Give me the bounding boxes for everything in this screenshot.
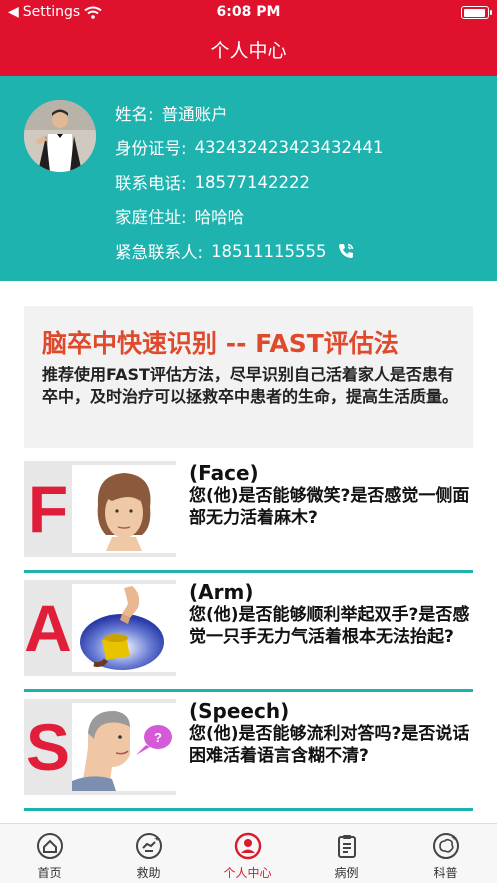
tab-bar: 首页 救助 个人中心 病例 科普	[0, 823, 497, 883]
name-label: 姓名:	[115, 105, 154, 124]
phone-value: 18577142222	[194, 172, 311, 192]
divider	[24, 808, 473, 811]
id-label: 身份证号:	[115, 139, 187, 158]
fast-heading: (Speech)	[189, 699, 290, 723]
fast-description: 您(他)是否能够微笑?是否感觉一侧面部无力活着麻木?	[189, 486, 470, 528]
name-value: 普通账户	[161, 105, 228, 124]
rescue-icon	[135, 833, 162, 859]
tab-rescue-label: 救助	[136, 866, 161, 880]
address-value: 哈哈哈	[194, 208, 245, 227]
divider	[24, 570, 473, 573]
battery-icon	[461, 6, 492, 19]
tab-science-label: 科普	[433, 866, 458, 880]
avatar[interactable]	[24, 100, 96, 172]
tab-home-label: 首页	[37, 866, 62, 880]
divider	[24, 689, 473, 692]
avatar-photo-icon	[24, 100, 96, 172]
fast-text: (Face) 您(他)是否能够微笑?是否感觉一侧面部无力活着麻木?	[189, 461, 473, 529]
fast-item-arm[interactable]: A (Arm) 您(他)是否能够顺利举起双手?是否感觉一只手无力气活着根本无法抬…	[24, 580, 473, 692]
fast-letter: S	[25, 710, 71, 784]
fast-item-face[interactable]: F (Face) 您(他)是否能够微笑?是否感觉一侧面部无力活着麻木?	[24, 461, 473, 573]
tab-cases-label: 病例	[334, 866, 359, 880]
clipboard-icon	[337, 835, 356, 858]
emergency-contact-label: 紧急联系人:	[115, 243, 204, 262]
fast-heading: (Face)	[189, 461, 259, 485]
name-row: 姓名: 普通账户	[115, 101, 228, 125]
tab-cases[interactable]: 病例	[297, 824, 396, 883]
banner-title: 脑卒中快速识别 -- FAST评估法	[42, 329, 399, 358]
phone-row: 联系电话: 18577142222	[115, 170, 310, 194]
id-row: 身份证号: 432432423423432441	[115, 135, 384, 159]
arm-illustration-icon	[72, 584, 176, 672]
banner-body: 推荐使用FAST评估方法，尽早识别自己活着家人是否患有卒中，及时治疗可以拯救卒中…	[42, 365, 459, 406]
speech-illustration-icon: ?	[72, 703, 176, 791]
profile-card: 姓名: 普通账户 身份证号: 432432423423432441 联系电话: …	[0, 76, 497, 281]
svg-text:?: ?	[154, 730, 162, 745]
tab-home[interactable]: 首页	[0, 824, 99, 883]
fast-item-speech[interactable]: S ? (Speech) 您(他)是否能够流利对答吗?是否说话困难活着语言含糊不…	[24, 699, 473, 811]
call-phone-icon[interactable]	[337, 242, 355, 260]
fast-letter: A	[24, 591, 72, 665]
fast-description: 您(他)是否能够顺利举起双手?是否感觉一只手无力气活着根本无法抬起?	[189, 605, 470, 647]
tab-profile-label: 个人中心	[223, 866, 272, 880]
tab-science[interactable]: 科普	[396, 824, 495, 883]
nav-bar: 个人中心	[0, 26, 497, 76]
fast-intro-banner: 脑卒中快速识别 -- FAST评估法 推荐使用FAST评估方法，尽早识别自己活着…	[24, 306, 473, 448]
status-time: 6:08 PM	[216, 4, 281, 20]
profile-icon	[234, 832, 261, 860]
page-title: 个人中心	[210, 40, 287, 62]
status-bar: ◀ Settings 6:08 PM	[0, 0, 497, 26]
fast-heading: (Arm)	[189, 580, 254, 604]
address-label: 家庭住址:	[115, 208, 187, 227]
id-value: 432432423423432441	[194, 137, 384, 157]
fast-text: (Arm) 您(他)是否能够顺利举起双手?是否感觉一只手无力气活着根本无法抬起?	[189, 580, 473, 648]
phone-label: 联系电话:	[115, 174, 187, 193]
address-row: 家庭住址: 哈哈哈	[115, 204, 244, 228]
face-illustration-icon	[72, 465, 176, 553]
emergency-contact-row: 紧急联系人: 18511115555	[115, 239, 355, 263]
fast-letter: F	[27, 472, 69, 546]
tab-rescue[interactable]: 救助	[99, 824, 198, 883]
tab-profile[interactable]: 个人中心	[198, 824, 297, 883]
home-icon	[36, 833, 63, 859]
emergency-contact-value: 18511115555	[211, 241, 327, 261]
brain-icon	[432, 833, 459, 859]
fast-description: 您(他)是否能够流利对答吗?是否说话困难活着语言含糊不清?	[189, 724, 470, 766]
fast-text: (Speech) 您(他)是否能够流利对答吗?是否说话困难活着语言含糊不清?	[189, 699, 473, 767]
